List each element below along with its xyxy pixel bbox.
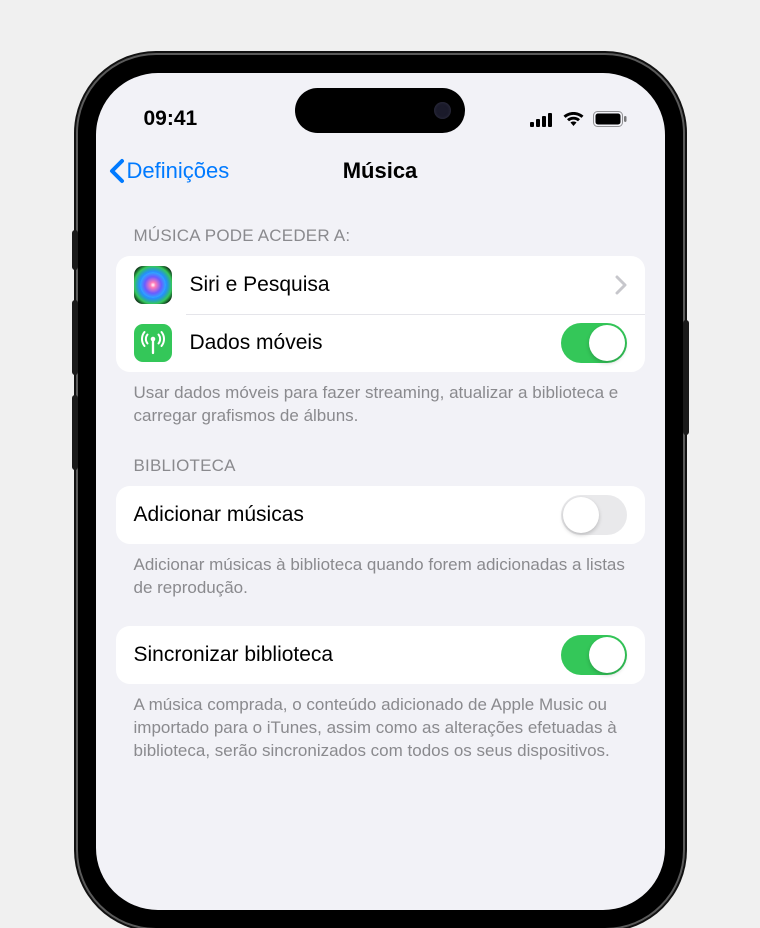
cellular-signal-icon — [530, 112, 554, 127]
power-button — [683, 320, 689, 435]
add-songs-footer: Adicionar músicas à biblioteca quando fo… — [116, 544, 645, 600]
cellular-label: Dados móveis — [190, 331, 561, 355]
battery-icon — [593, 111, 627, 127]
section-header-access: MÚSICA PODE ACEDER A: — [116, 198, 645, 256]
wifi-icon — [562, 111, 585, 127]
siri-label: Siri e Pesquisa — [190, 273, 615, 297]
siri-icon — [134, 266, 172, 304]
back-label: Definições — [127, 158, 230, 184]
screen: 09:41 — [96, 73, 665, 910]
row-cellular-data: Dados móveis — [116, 314, 645, 372]
section-header-library: BIBLIOTECA — [116, 428, 645, 486]
row-siri-search[interactable]: Siri e Pesquisa — [116, 256, 645, 314]
group-sync-library: Sincronizar biblioteca — [116, 626, 645, 684]
group-access: Siri e Pesquisa — [116, 256, 645, 372]
antenna-icon — [134, 324, 172, 362]
page-title: Música — [343, 158, 418, 184]
add-songs-label: Adicionar músicas — [134, 503, 561, 527]
dynamic-island — [295, 88, 465, 133]
cellular-toggle[interactable] — [561, 323, 627, 363]
row-sync-library: Sincronizar biblioteca — [116, 626, 645, 684]
chevron-left-icon — [108, 158, 125, 184]
sync-library-toggle[interactable] — [561, 635, 627, 675]
add-songs-toggle[interactable] — [561, 495, 627, 535]
phone-frame: 09:41 — [78, 55, 683, 928]
sync-library-footer: A música comprada, o conteúdo adicionado… — [116, 684, 645, 763]
row-add-songs: Adicionar músicas — [116, 486, 645, 544]
volume-down-button — [72, 395, 78, 470]
front-camera — [434, 102, 451, 119]
chevron-right-icon — [615, 275, 627, 295]
side-button — [72, 230, 78, 270]
access-footer: Usar dados móveis para fazer streaming, … — [116, 372, 645, 428]
sync-library-label: Sincronizar biblioteca — [134, 643, 561, 667]
group-add-songs: Adicionar músicas — [116, 486, 645, 544]
volume-up-button — [72, 300, 78, 375]
back-button[interactable]: Definições — [108, 158, 230, 184]
nav-bar: Definições Música — [96, 143, 665, 198]
status-time: 09:41 — [144, 107, 198, 131]
